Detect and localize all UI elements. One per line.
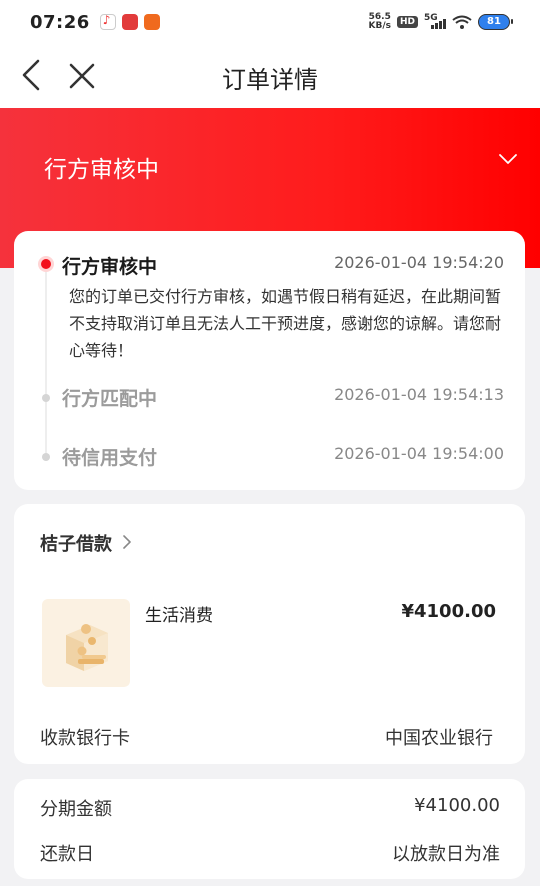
timeline-dot [42,394,50,402]
timeline-step-title: 行方匹配中 [62,388,158,410]
timeline-step-time: 2026-01-04 19:54:13 [334,385,504,404]
loan-provider-link[interactable]: 桔子借款 [40,530,112,556]
timeline-step-time: 2026-01-04 19:54:00 [334,444,504,463]
bank-card-label: 收款银行卡 [40,728,130,749]
order-timeline-card: 行方审核中 2026-01-04 19:54:20 您的订单已交付行方审核，如遇… [14,231,525,490]
loan-info-card: 桔子借款 生活消费 ¥4100.00 收款银行卡 中国农业银行 [14,504,525,764]
product-name: 生活消费 [145,606,213,626]
timeline-step-title: 行方审核中 [62,256,158,278]
coin-box-icon [66,624,108,671]
tiktok-app-icon [99,13,116,30]
nav-bar: 订单详情 [0,44,540,108]
status-bar: 07:26 56.5 KB/s HD 5G 81 [0,0,540,44]
timeline-step-time: 2026-01-04 19:54:20 [334,253,504,272]
battery-icon: 81 [478,14,513,30]
notification-icons [99,13,160,30]
product-image [42,599,130,687]
signal-5g-icon: 5G [424,13,446,29]
repayment-day-value: 以放款日为准 [392,844,500,865]
network-speed: 56.5 KB/s [369,13,391,31]
installment-amount-value: ¥4100.00 [414,795,500,816]
notification-app-icon [121,14,138,30]
banner-status-title: 行方审核中 [44,157,159,183]
installment-summary-card: 分期金额 ¥4100.00 还款日 以放款日为准 [14,779,525,879]
timeline-active-dot [38,256,54,272]
timeline-dot [42,453,50,461]
timeline-step-title: 待信用支付 [62,447,158,469]
notification-app-icon [143,14,160,30]
chevron-down-icon[interactable] [498,152,518,166]
installment-amount-label: 分期金额 [40,799,112,820]
chevron-right-icon[interactable] [122,535,132,549]
timeline-step-description: 您的订单已交付行方审核，如遇节假日稍有延迟，在此期间暂不支持取消订单且无法人工干… [69,287,502,360]
bank-card-value: 中国农业银行 [385,728,493,749]
network-speed-unit: KB/s [368,21,391,31]
timeline-line [45,271,47,461]
hd-icon: HD [396,16,418,28]
repayment-day-label: 还款日 [40,844,94,865]
page-title: 订单详情 [222,66,318,94]
product-price: ¥4100.00 [401,601,496,622]
status-time: 07:26 [30,11,90,33]
wifi-icon [452,15,472,29]
